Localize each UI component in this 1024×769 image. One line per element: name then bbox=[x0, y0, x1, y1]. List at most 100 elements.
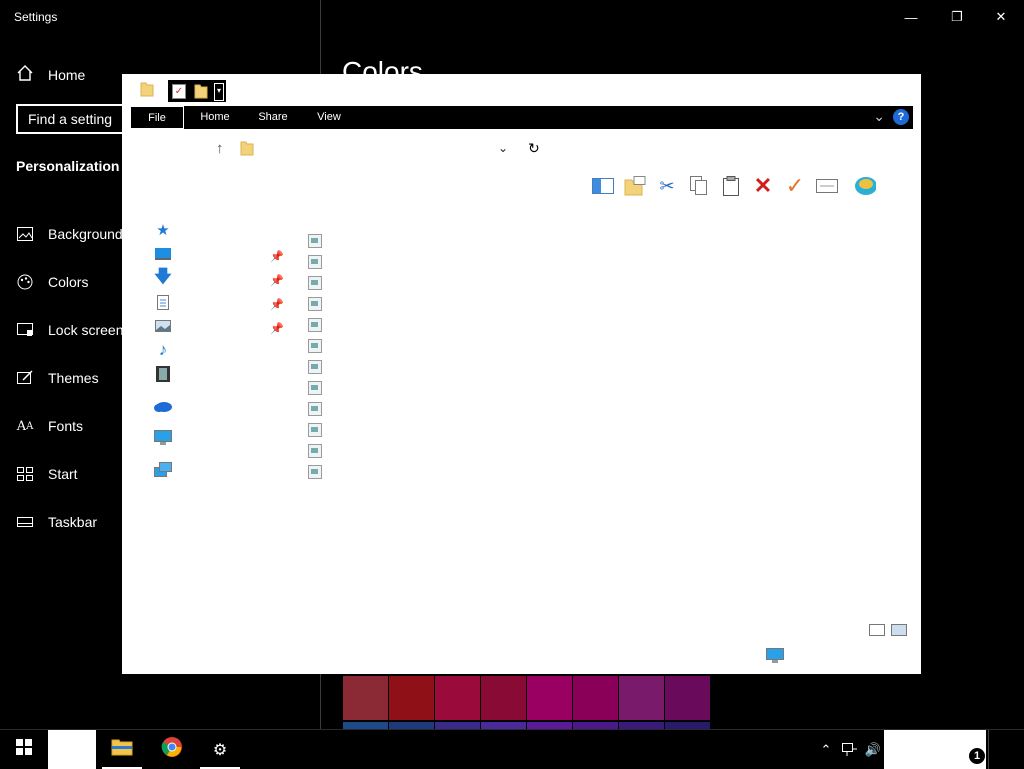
sidebar-item-start[interactable]: Start bbox=[16, 450, 123, 498]
maximize-button[interactable]: ❐ bbox=[934, 0, 980, 34]
copy-icon[interactable] bbox=[688, 175, 710, 197]
cut-icon[interactable]: ✂ bbox=[656, 175, 678, 197]
delete-icon[interactable]: ✕ bbox=[752, 173, 774, 198]
accent-color-swatch[interactable] bbox=[481, 722, 526, 729]
file-icon[interactable] bbox=[308, 276, 322, 290]
taskbar-settings[interactable]: ⚙ bbox=[196, 730, 244, 769]
accent-color-swatch[interactable] bbox=[573, 722, 618, 729]
tab-file[interactable]: File bbox=[130, 106, 184, 129]
quick-access-toolbar: ✓ ▾ bbox=[122, 74, 921, 106]
file-explorer-icon bbox=[111, 738, 133, 761]
lock-screen-icon bbox=[16, 321, 34, 339]
minimize-button[interactable]: — bbox=[888, 0, 934, 34]
documents-icon[interactable] bbox=[152, 290, 174, 314]
checkmark-icon[interactable]: ✓ bbox=[784, 173, 806, 198]
accent-color-swatch[interactable] bbox=[619, 722, 664, 729]
up-arrow-icon[interactable]: ↑ bbox=[216, 140, 224, 157]
new-folder-qat-icon[interactable] bbox=[194, 83, 208, 104]
network-icon[interactable] bbox=[152, 458, 174, 482]
qat-dropdown-icon[interactable]: ▾ bbox=[214, 83, 224, 101]
settings-gear-icon: ⚙ bbox=[212, 741, 228, 759]
accent-color-swatch[interactable] bbox=[619, 676, 664, 720]
details-view-icon[interactable] bbox=[869, 624, 885, 636]
sidebar-item-themes[interactable]: Themes bbox=[16, 354, 123, 402]
refresh-icon[interactable]: ↻ bbox=[528, 140, 540, 157]
pin-icon[interactable]: 📌 bbox=[270, 292, 284, 316]
accent-color-swatch[interactable] bbox=[343, 676, 388, 720]
this-pc-icon[interactable] bbox=[152, 426, 174, 450]
accent-color-swatch[interactable] bbox=[573, 676, 618, 720]
volume-icon[interactable]: 🔊 bbox=[862, 730, 884, 769]
sidebar-item-lock-screen[interactable]: Lock screen bbox=[16, 306, 123, 354]
file-icon[interactable] bbox=[308, 381, 322, 395]
downloads-icon[interactable]: 🡇 bbox=[152, 266, 174, 290]
accent-color-swatch[interactable] bbox=[527, 676, 572, 720]
file-list bbox=[308, 234, 322, 486]
notification-badge[interactable]: 1 bbox=[969, 748, 985, 764]
pin-icon[interactable]: 📌 bbox=[270, 244, 284, 268]
sidebar-item-label: Colors bbox=[48, 274, 89, 290]
navigation-pane-icon[interactable] bbox=[592, 175, 614, 197]
accent-color-swatch[interactable] bbox=[665, 722, 710, 729]
sidebar-item-fonts[interactable]: AA Fonts bbox=[16, 402, 123, 450]
file-icon[interactable] bbox=[308, 444, 322, 458]
pin-icon[interactable]: 📌 bbox=[270, 316, 284, 340]
accent-color-grid bbox=[343, 676, 710, 720]
sidebar-item-label: Lock screen bbox=[48, 322, 124, 338]
file-icon[interactable] bbox=[308, 465, 322, 479]
show-hidden-icons-chevron-icon[interactable]: ⌃ bbox=[814, 730, 838, 769]
nav-home[interactable]: Home bbox=[16, 64, 85, 85]
sidebar-item-background[interactable]: Background bbox=[16, 210, 123, 258]
sidebar-item-taskbar[interactable]: Taskbar bbox=[16, 498, 123, 546]
paste-icon[interactable] bbox=[720, 175, 742, 197]
network-tray-icon[interactable] bbox=[838, 730, 862, 769]
music-icon[interactable]: ♪ bbox=[152, 338, 174, 362]
file-icon[interactable] bbox=[308, 339, 322, 353]
file-icon[interactable] bbox=[308, 360, 322, 374]
home-icon bbox=[16, 64, 34, 85]
help-icon[interactable]: ? bbox=[893, 109, 909, 125]
shell-icon[interactable] bbox=[854, 175, 876, 197]
accent-color-swatch[interactable] bbox=[435, 722, 480, 729]
taskbar-icon bbox=[16, 513, 34, 531]
address-dropdown-icon[interactable]: ⌄ bbox=[498, 141, 508, 155]
file-icon[interactable] bbox=[308, 234, 322, 248]
taskbar-search-box[interactable] bbox=[48, 730, 96, 769]
action-center-icon[interactable] bbox=[988, 730, 999, 769]
pictures-icon[interactable] bbox=[152, 314, 174, 338]
accent-color-swatch[interactable] bbox=[435, 676, 480, 720]
file-icon[interactable] bbox=[308, 318, 322, 332]
command-toolbar: ✂ ✕ ✓ bbox=[592, 172, 876, 200]
accent-color-swatch[interactable] bbox=[343, 722, 388, 729]
desktop-icon[interactable] bbox=[152, 242, 174, 266]
close-button[interactable]: ✕ bbox=[978, 0, 1024, 34]
start-button[interactable] bbox=[0, 730, 48, 769]
accent-color-swatch[interactable] bbox=[665, 676, 710, 720]
view-switcher bbox=[869, 624, 907, 636]
file-icon[interactable] bbox=[308, 255, 322, 269]
new-folder-icon[interactable] bbox=[624, 175, 646, 197]
ribbon-expand-chevron-icon[interactable]: ⌄ bbox=[873, 108, 885, 125]
tab-home[interactable]: Home bbox=[192, 106, 238, 129]
file-icon[interactable] bbox=[308, 423, 322, 437]
sidebar-item-label: Taskbar bbox=[48, 514, 98, 530]
videos-icon[interactable] bbox=[152, 362, 174, 386]
quick-access-icon[interactable]: ★ bbox=[152, 218, 174, 242]
onedrive-icon[interactable] bbox=[152, 394, 174, 418]
accent-color-swatch[interactable] bbox=[389, 722, 434, 729]
accent-color-swatch[interactable] bbox=[389, 676, 434, 720]
tab-share[interactable]: Share bbox=[250, 106, 296, 129]
taskbar-chrome[interactable] bbox=[148, 730, 196, 769]
accent-color-swatch[interactable] bbox=[527, 722, 572, 729]
pin-icon[interactable]: 📌 bbox=[270, 268, 284, 292]
rename-icon[interactable] bbox=[816, 175, 838, 197]
file-icon[interactable] bbox=[308, 402, 322, 416]
sidebar-item-colors[interactable]: Colors bbox=[16, 258, 123, 306]
accent-color-swatch[interactable] bbox=[481, 676, 526, 720]
folder-icon bbox=[140, 81, 154, 102]
taskbar-file-explorer[interactable] bbox=[98, 730, 146, 769]
properties-icon[interactable]: ✓ bbox=[172, 84, 186, 99]
file-icon[interactable] bbox=[308, 297, 322, 311]
tab-view[interactable]: View bbox=[306, 106, 352, 129]
large-icons-view-icon[interactable] bbox=[891, 624, 907, 636]
